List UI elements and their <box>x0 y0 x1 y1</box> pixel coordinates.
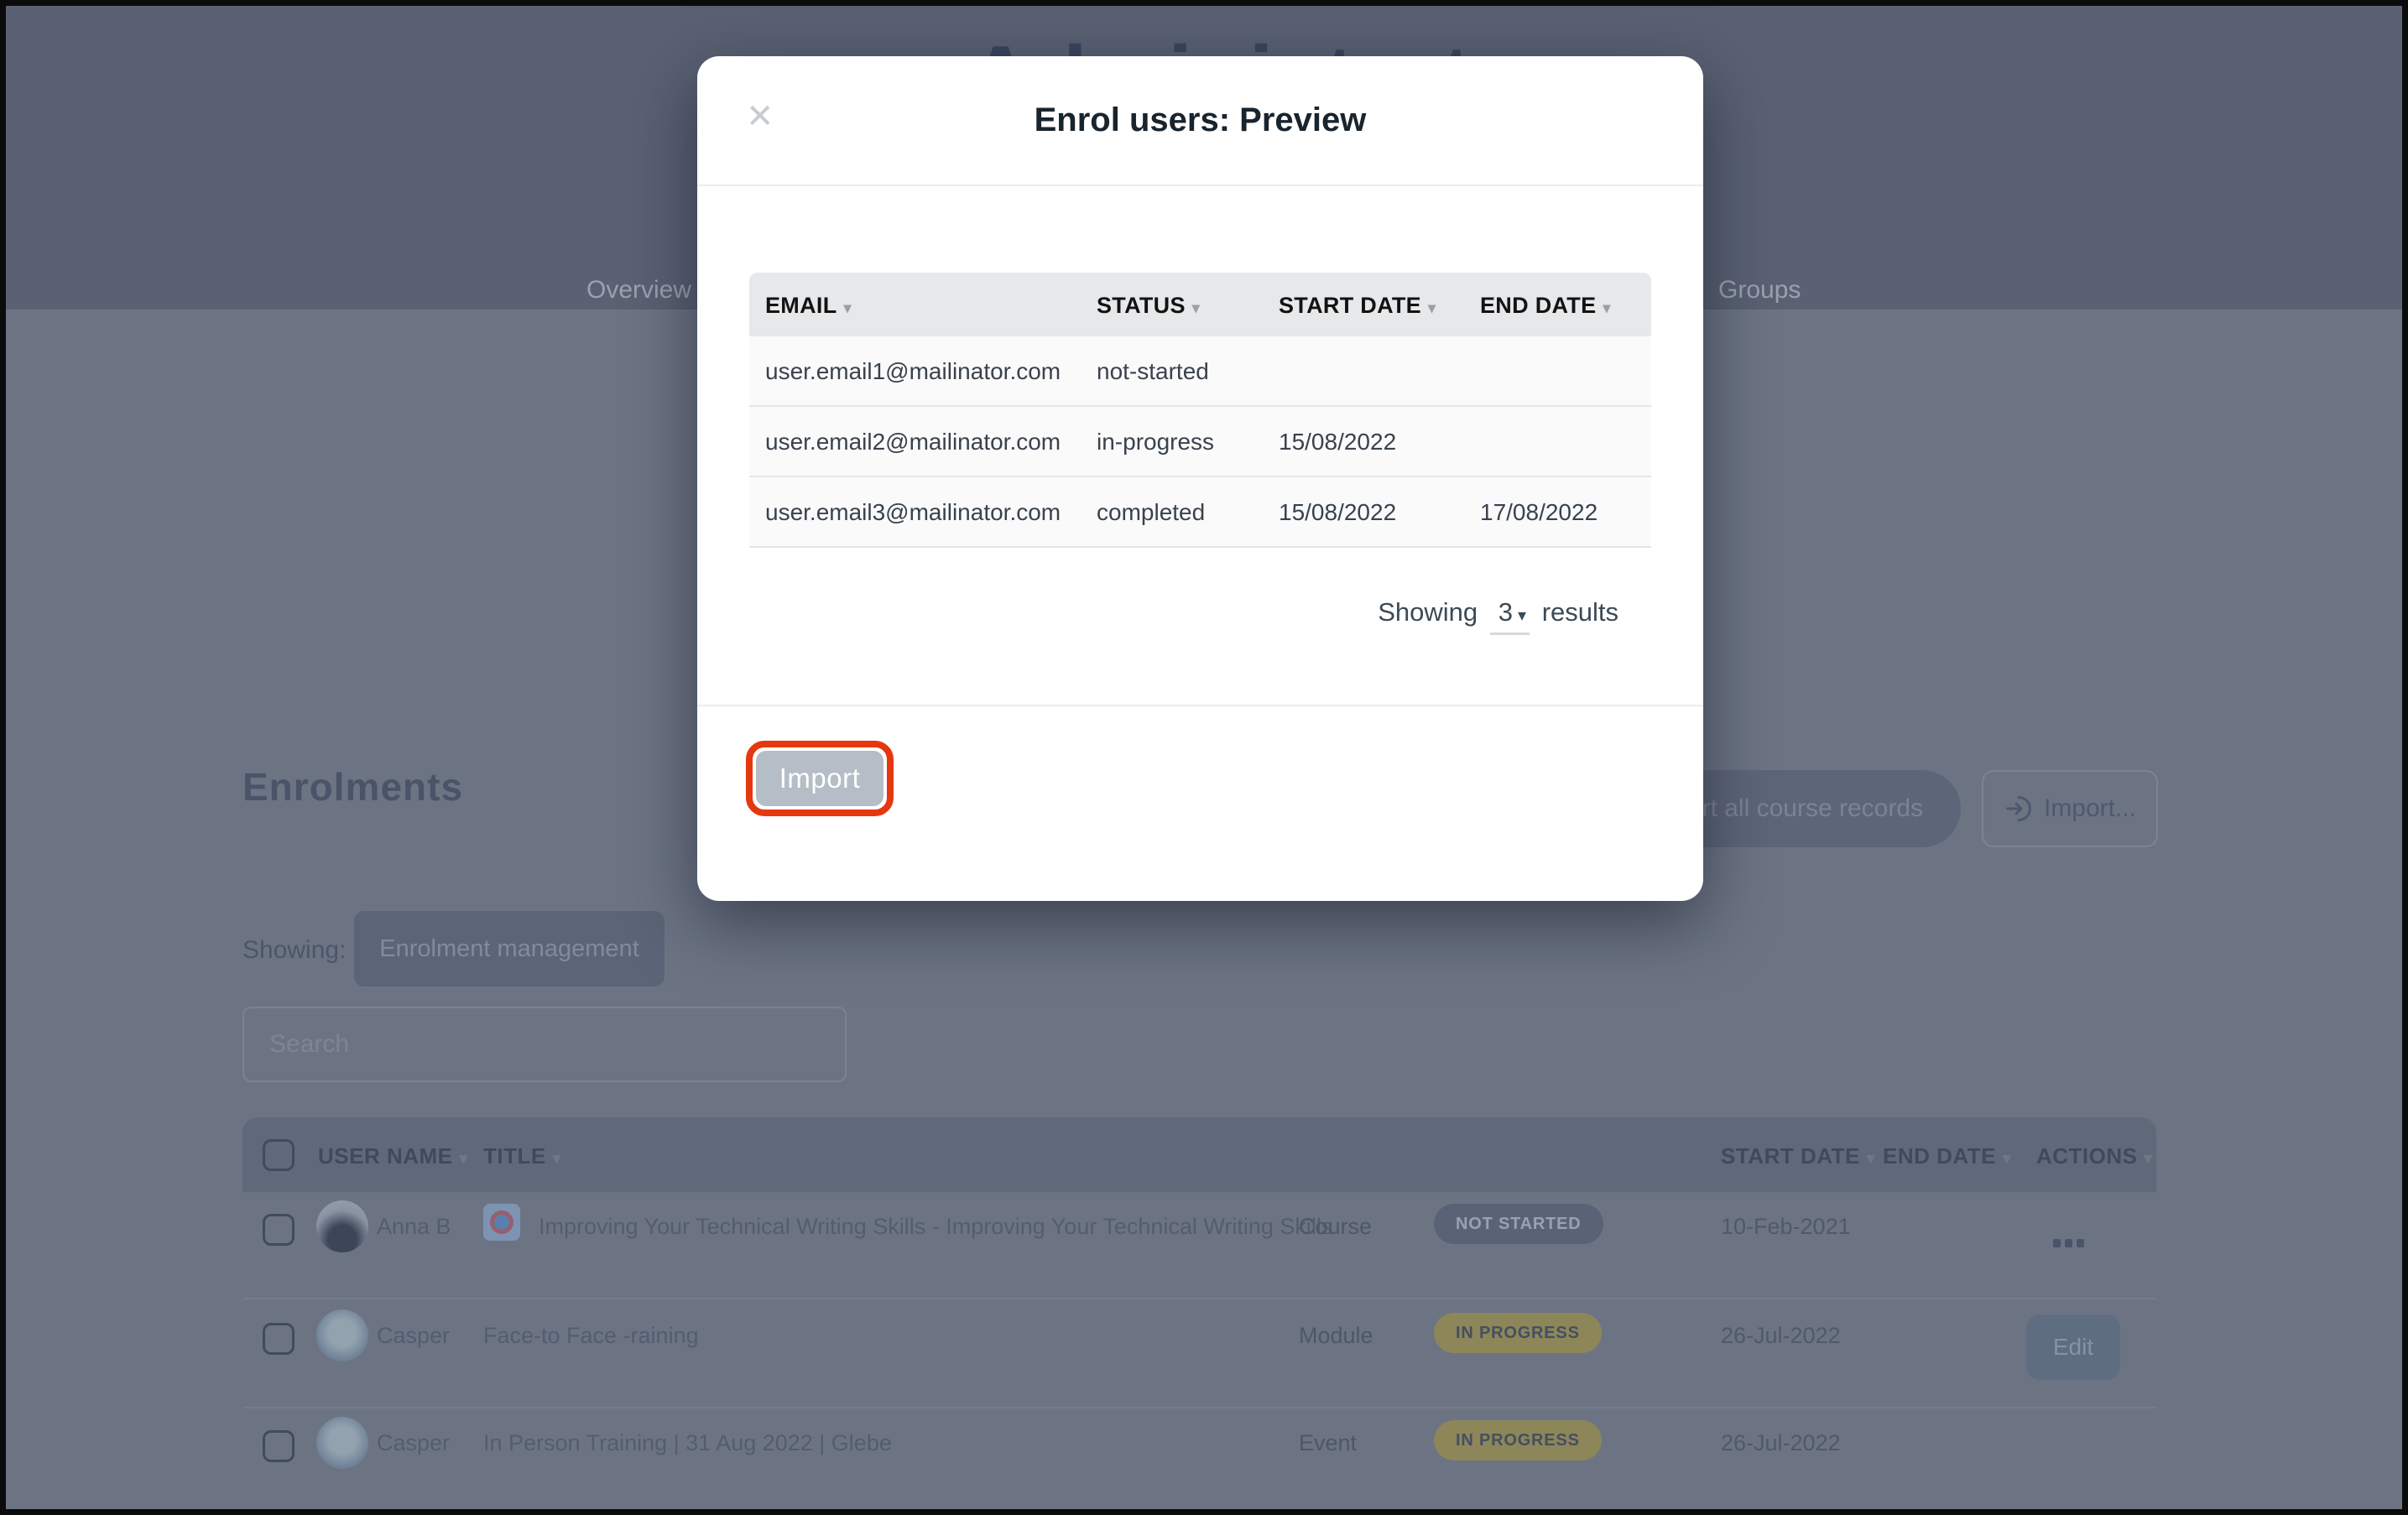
select-all-checkbox[interactable] <box>263 1139 294 1171</box>
end-date-cell: 17/08/2022 <box>1480 499 1598 526</box>
import-dialog-label: Import... <box>2044 794 2136 823</box>
start-date: 26-Jul-2022 <box>1721 1323 1841 1349</box>
enrolment-type: Event <box>1299 1430 1357 1456</box>
user-name: Anna Bev <box>377 1214 451 1240</box>
enrolment-title: Improving Your Technical Writing Skills … <box>539 1214 1332 1240</box>
status-cell: in-progress <box>1097 429 1214 456</box>
col-end-date[interactable]: END DATE▾ <box>1883 1143 2011 1169</box>
sort-icon: ▾ <box>553 1150 561 1168</box>
avatar <box>316 1417 368 1469</box>
status-badge: NOT STARTED <box>1434 1204 1603 1244</box>
row-actions-menu-icon[interactable] <box>2053 1239 2092 1247</box>
results-count-dropdown[interactable]: 3▾ <box>1490 597 1530 635</box>
edit-button[interactable]: Edit <box>2026 1315 2120 1380</box>
row-checkbox[interactable] <box>263 1214 294 1246</box>
col-title[interactable]: TITLE▾ <box>483 1143 561 1169</box>
showing-label: Showing: <box>242 936 346 965</box>
col-user-name[interactable]: USER NAME▾ <box>318 1143 468 1169</box>
table-row: Casper C In Person Training | 31 Aug 202… <box>242 1408 2156 1515</box>
preview-row: user.email3@mailinator.com completed 15/… <box>749 477 1651 548</box>
preview-table: EMAIL▾ STATUS▾ START DATE▾ END DATE▾ use… <box>749 273 1651 548</box>
filter-chip-enrolment-management[interactable]: Enrolment management <box>354 911 665 987</box>
modal-header-divider <box>697 185 1703 186</box>
col-start-date[interactable]: START DATE▾ <box>1721 1143 1875 1169</box>
sort-icon: ▾ <box>1603 299 1610 316</box>
preview-row: user.email2@mailinator.com in-progress 1… <box>749 407 1651 477</box>
status-badge: IN PROGRESS <box>1434 1313 1602 1353</box>
sort-icon: ▾ <box>2145 1150 2153 1168</box>
modal-title: Enrol users: Preview <box>697 102 1703 139</box>
preview-table-header: EMAIL▾ STATUS▾ START DATE▾ END DATE▾ <box>749 273 1651 336</box>
sort-icon: ▾ <box>2003 1150 2011 1168</box>
screen: Administrate Overview Groups Enrolments … <box>0 0 2408 1515</box>
sort-icon: ▾ <box>460 1150 468 1168</box>
enrolment-type: Course <box>1299 1214 1372 1240</box>
start-date: 26-Jul-2022 <box>1721 1430 1841 1456</box>
status-cell: not-started <box>1097 358 1209 385</box>
row-checkbox[interactable] <box>263 1430 294 1462</box>
start-date-cell: 15/08/2022 <box>1279 429 1396 456</box>
chevron-down-icon: ▾ <box>1518 607 1526 625</box>
tab-overview[interactable]: Overview <box>586 276 691 305</box>
row-checkbox[interactable] <box>263 1323 294 1355</box>
status-cell: completed <box>1097 499 1205 526</box>
table-row: Casper C Face-to Face -raining Module IN… <box>242 1301 2156 1408</box>
avatar <box>316 1309 368 1361</box>
showing-prefix: Showing <box>1378 597 1478 627</box>
import-button-highlight-ring: Import <box>746 741 894 816</box>
avatar <box>316 1200 368 1252</box>
tab-groups[interactable]: Groups <box>1718 276 1801 305</box>
email-cell: user.email3@mailinator.com <box>765 499 1061 526</box>
table-header-row: USER NAME▾ TITLE▾ START DATE▾ END DATE▾ … <box>242 1117 2156 1192</box>
col-start-date[interactable]: START DATE▾ <box>1279 293 1436 319</box>
preview-row: user.email1@mailinator.com not-started <box>749 336 1651 407</box>
user-name: Casper C <box>377 1323 451 1349</box>
col-email[interactable]: EMAIL▾ <box>765 293 852 319</box>
enrol-users-preview-modal: ✕ Enrol users: Preview EMAIL▾ STATUS▾ ST… <box>697 56 1703 901</box>
start-date-cell: 15/08/2022 <box>1279 499 1396 526</box>
import-dialog-button[interactable]: Import... <box>1982 770 2158 847</box>
enrolment-title: Face-to Face -raining <box>483 1323 699 1349</box>
sort-icon: ▾ <box>844 299 852 316</box>
col-actions[interactable]: ACTIONS▾ <box>2036 1143 2153 1169</box>
col-end-date[interactable]: END DATE▾ <box>1480 293 1611 319</box>
import-arrow-icon <box>2004 794 2034 824</box>
email-cell: user.email2@mailinator.com <box>765 429 1061 456</box>
start-date: 10-Feb-2021 <box>1721 1214 1851 1240</box>
page-title: Enrolments <box>242 764 463 810</box>
search-input[interactable] <box>242 1007 847 1082</box>
enrolments-table: USER NAME▾ TITLE▾ START DATE▾ END DATE▾ … <box>242 1117 2156 1515</box>
email-cell: user.email1@mailinator.com <box>765 358 1061 385</box>
results-count-line: Showing 3▾ results <box>1378 597 1618 635</box>
modal-footer-divider <box>697 705 1703 706</box>
table-row: Anna Bev Improving Your Technical Writin… <box>242 1192 2156 1299</box>
sort-icon: ▾ <box>1192 299 1200 316</box>
course-thumbnail-icon <box>483 1204 520 1241</box>
enrolment-type: Module <box>1299 1323 1373 1349</box>
col-status[interactable]: STATUS▾ <box>1097 293 1200 319</box>
showing-suffix: results <box>1542 597 1618 627</box>
import-button[interactable]: Import <box>756 751 883 806</box>
user-name: Casper C <box>377 1430 451 1456</box>
enrolment-title: In Person Training | 31 Aug 2022 | Glebe <box>483 1430 892 1456</box>
sort-icon: ▾ <box>1428 299 1436 316</box>
status-badge: IN PROGRESS <box>1434 1420 1602 1460</box>
sort-icon: ▾ <box>1867 1150 1875 1168</box>
